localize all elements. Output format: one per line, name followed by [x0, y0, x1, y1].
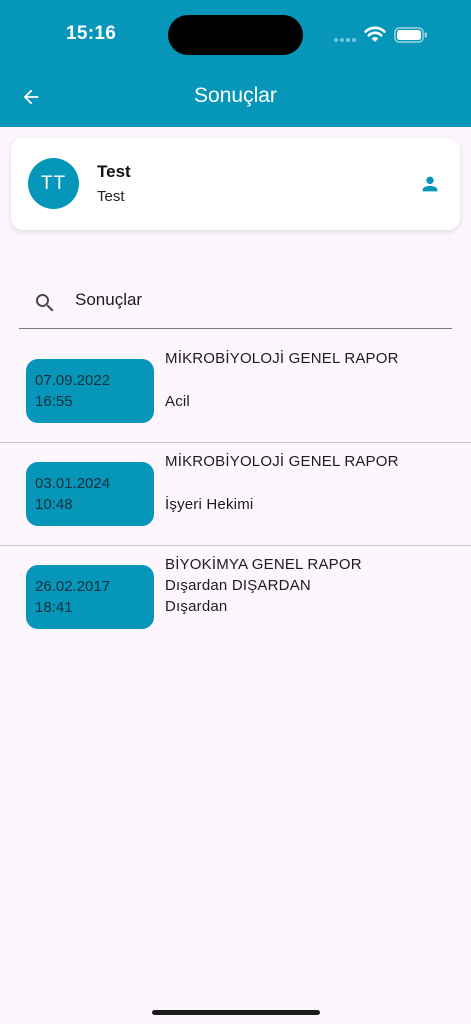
- battery-icon: [394, 27, 427, 43]
- profile-card: TT Test Test: [11, 138, 460, 230]
- cellular-signal-icon: [334, 38, 356, 42]
- result-line3: Dışardan: [165, 598, 228, 615]
- result-line2: Dışardan DIŞARDAN: [165, 577, 311, 594]
- status-time: 15:16: [66, 23, 117, 44]
- result-title: BİYOKİMYA GENEL RAPOR: [165, 556, 362, 573]
- date-badge: 26.02.2017 18:41: [26, 565, 154, 629]
- date-badge: 07.09.2022 16:55: [26, 359, 154, 423]
- result-date: 26.02.2017: [35, 578, 111, 595]
- result-title: MİKROBİYOLOJİ GENEL RAPOR: [165, 350, 399, 367]
- date-badge: 03.01.2024 10:48: [26, 462, 154, 526]
- app-bar: 15:16 Sonuçlar: [0, 0, 471, 127]
- dynamic-island: [168, 15, 303, 55]
- avatar: TT: [28, 158, 79, 209]
- home-indicator[interactable]: [152, 1010, 320, 1015]
- page-title: Sonuçlar: [194, 84, 277, 107]
- profile-name: Test: [97, 162, 131, 181]
- person-icon[interactable]: [419, 173, 441, 195]
- result-time: 10:48: [35, 496, 73, 513]
- result-item[interactable]: 03.01.2024 10:48 MİKROBİYOLOJİ GENEL RAP…: [0, 443, 471, 546]
- result-line3: İşyeri Hekimi: [165, 496, 254, 513]
- result-line3: Acil: [165, 393, 190, 410]
- search-icon: [36, 294, 54, 312]
- result-date: 03.01.2024: [35, 475, 111, 492]
- result-date: 07.09.2022: [35, 372, 111, 389]
- result-title: MİKROBİYOLOJİ GENEL RAPOR: [165, 453, 399, 470]
- result-item[interactable]: 07.09.2022 16:55 MİKROBİYOLOJİ GENEL RAP…: [0, 340, 471, 443]
- result-time: 18:41: [35, 599, 73, 616]
- search-input[interactable]: [75, 286, 435, 314]
- search-bar[interactable]: [19, 278, 452, 329]
- result-item[interactable]: 26.02.2017 18:41 BİYOKİMYA GENEL RAPOR D…: [0, 546, 471, 649]
- wifi-icon: [364, 26, 386, 42]
- result-time: 16:55: [35, 393, 73, 410]
- profile-subtitle: Test: [97, 188, 125, 205]
